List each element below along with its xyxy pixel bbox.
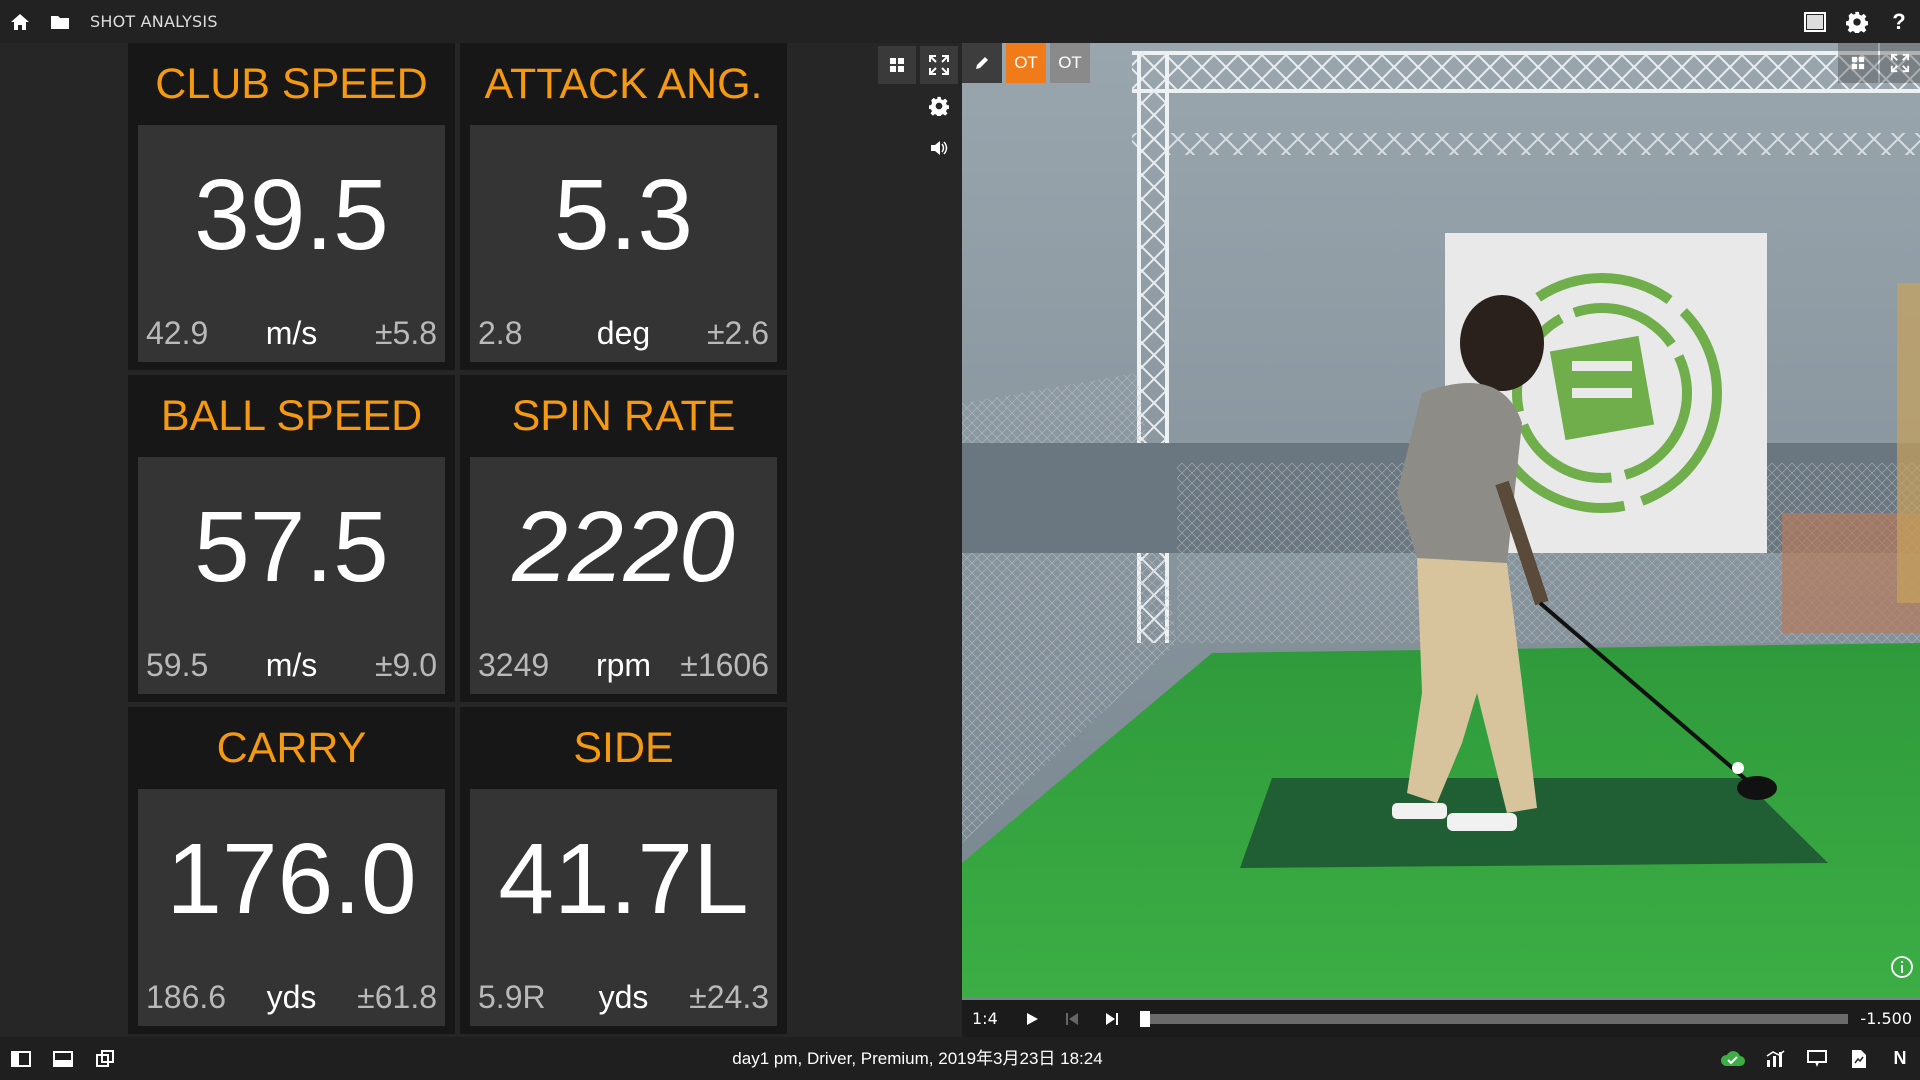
tile-body: 41.7L 5.9R yds ±24.3 [470,789,777,1026]
tile-attack-angle[interactable]: ATTACK ANG. 5.3 2.8 deg ±2.6 [460,43,787,370]
tile-carry[interactable]: CARRY 176.0 186.6 yds ±61.8 [128,707,455,1034]
scrubber-handle[interactable] [1140,1010,1150,1027]
home-icon[interactable] [0,0,40,43]
tile-title: CARRY [216,723,367,772]
session-info: day1 pm, Driver, Premium, 2019年3月23日 18:… [732,1049,1103,1068]
tile-deviation: ±24.3 [689,979,769,1015]
video-corner-tools [1836,43,1920,83]
volume-button[interactable] [920,129,958,167]
video-frame [962,43,1920,1003]
window-icon[interactable] [1794,0,1836,43]
profile-initial[interactable]: N [1880,1048,1920,1069]
tile-value: 176.0 [166,823,417,935]
play-button[interactable] [1012,1000,1052,1037]
grid-layout-button[interactable] [878,46,916,84]
statistics-chart-icon[interactable] [1754,1037,1796,1080]
skip-back-icon [1066,1012,1078,1025]
next-frame-button[interactable] [1092,1000,1132,1037]
tile-title: BALL SPEED [160,391,423,440]
help-icon[interactable]: ? [1878,0,1920,43]
tile-body: 5.3 2.8 deg ±2.6 [470,125,777,362]
tile-title: ATTACK ANG. [484,59,763,108]
folder-icon[interactable] [40,0,80,43]
info-icon[interactable] [1890,955,1914,979]
metric-tiles: CLUB SPEED 39.5 42.9 m/s ±5.8 ATTACK ANG… [128,43,790,1036]
tile-title: SIDE [573,723,674,772]
tile-deviation: ±5.8 [374,315,437,351]
skip-forward-icon [1106,1012,1118,1025]
speaker-icon [931,141,948,155]
tile-title: SPIN RATE [511,391,736,440]
gear-icon[interactable] [1836,0,1878,43]
tile-value: 2220 [512,491,735,603]
overlay-tool-2-button[interactable]: OT [1050,43,1090,83]
tile-body: 57.5 59.5 m/s ±9.0 [138,457,445,694]
timeline-scrubber[interactable] [1140,1010,1849,1027]
grid-icon [1851,56,1865,70]
draw-tool-button[interactable] [962,43,1002,83]
help-glyph: ? [1892,8,1906,34]
tile-deviation: ±9.0 [374,647,437,683]
video-fullscreen-button[interactable] [1880,43,1920,83]
bottom-bar: day1 pm, Driver, Premium, 2019年3月23日 18:… [0,1037,1920,1080]
report-document-icon[interactable] [1838,1037,1880,1080]
tile-title: CLUB SPEED [155,59,428,108]
comment-icon[interactable] [1796,1037,1838,1080]
gear-icon [929,96,949,116]
pencil-icon [976,57,988,69]
sidebar-toggle-icon[interactable] [0,1037,42,1080]
tile-side[interactable]: SIDE 41.7L 5.9R yds ±24.3 [460,707,787,1034]
tile-value: 57.5 [194,491,389,603]
app-title: SHOT ANALYSIS [90,12,218,31]
play-icon [1027,1012,1038,1025]
expand-icon [929,55,949,75]
tile-value: 41.7L [498,823,749,935]
compare-windows-icon[interactable] [84,1037,126,1080]
tile-ball-speed[interactable]: BALL SPEED 57.5 59.5 m/s ±9.0 [128,375,455,702]
video-tool-row: OT OT [962,43,1094,83]
bottom-panel-toggle-icon[interactable] [42,1037,84,1080]
playback-speed[interactable]: 1:4 [972,1009,1012,1028]
tile-body: 176.0 186.6 yds ±61.8 [138,789,445,1026]
tile-deviation: ±2.6 [706,315,769,351]
tile-value: 39.5 [194,159,389,271]
fullscreen-button[interactable] [920,46,958,84]
tile-value: 5.3 [553,159,693,271]
cloud-sync-icon[interactable] [1712,1037,1754,1080]
tile-deviation: ±61.8 [357,979,437,1015]
video-side-tools [878,43,964,213]
overlay-tool-1-button[interactable]: OT [1006,43,1046,83]
video-panel[interactable]: OT OT [962,43,1920,1037]
tile-body: 2220 3249 rpm ±1606 [470,457,777,694]
time-readout: -1.500 [1860,1009,1912,1028]
expand-icon [1890,53,1910,73]
tile-deviation: ±1606 [680,647,769,683]
playback-controls: 1:4 -1.500 [962,1000,1920,1037]
video-settings-button[interactable] [920,87,958,125]
tile-spin-rate[interactable]: SPIN RATE 2220 3249 rpm ±1606 [460,375,787,702]
grid-icon [890,58,904,72]
top-bar: SHOT ANALYSIS ? [0,0,1920,43]
previous-frame-button[interactable] [1052,1000,1092,1037]
video-grid-button[interactable] [1838,43,1878,83]
tile-body: 39.5 42.9 m/s ±5.8 [138,125,445,362]
tile-club-speed[interactable]: CLUB SPEED 39.5 42.9 m/s ±5.8 [128,43,455,370]
